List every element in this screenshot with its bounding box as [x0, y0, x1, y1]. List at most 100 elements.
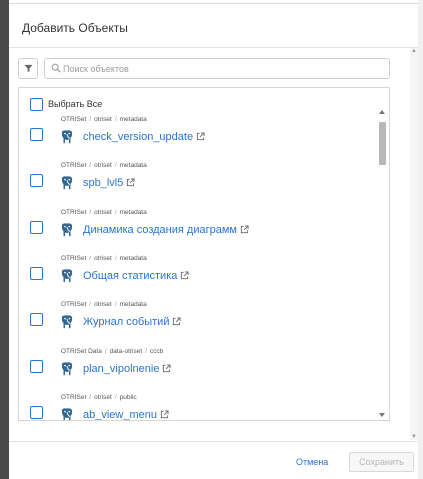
item-name-text: check_version_update: [83, 131, 194, 143]
item-name-link[interactable]: plan_vipolnenie: [83, 363, 172, 375]
path-segment: OTRISet: [61, 162, 87, 169]
item-path: OTRISet / otriset / public: [61, 394, 137, 401]
list-item: OTRISet / otriset / metadata Динамика создани…: [19, 209, 374, 255]
select-all-label: Выбрать Все: [48, 99, 103, 109]
external-link-icon[interactable]: [240, 225, 249, 234]
path-separator: /: [145, 348, 147, 355]
item-path: OTRISet / otriset / metadata: [61, 209, 147, 216]
path-segment: metadata: [119, 255, 147, 262]
path-segment: cccb: [149, 348, 164, 355]
dialog-footer: Отмена Сохранить: [9, 441, 418, 478]
item-path: OTRISet / otriset / metadata: [61, 301, 147, 308]
path-segment: OTRISet: [61, 394, 87, 401]
path-segment: public: [119, 394, 137, 401]
list-scroll-thumb[interactable]: [379, 122, 386, 165]
add-objects-dialog: Добавить Объекты ▲ ▼ Выбрать Все OTRISet…: [9, 3, 418, 477]
path-segment: otriset: [94, 255, 112, 262]
postgresql-elephant-icon: [61, 130, 73, 144]
item-name-link[interactable]: Общая статистика: [83, 270, 189, 282]
path-segment: metadata: [119, 162, 147, 169]
external-link-icon[interactable]: [172, 317, 182, 326]
item-name-link[interactable]: spb_lvl5: [83, 177, 135, 189]
external-link-icon[interactable]: [196, 132, 205, 141]
external-link-icon[interactable]: [180, 271, 189, 280]
postgresql-elephant-icon: [61, 176, 73, 190]
path-segment: OTRISet: [61, 116, 87, 123]
search-input[interactable]: [63, 61, 383, 76]
scroll-down-icon[interactable]: ▼: [411, 434, 417, 440]
item-name-link[interactable]: Динамика создания диаграмм: [83, 224, 249, 236]
save-button[interactable]: Сохранить: [349, 452, 414, 472]
path-segment: metadata: [119, 209, 147, 216]
objects-list: Выбрать Все OTRISet / otriset / metadata chec…: [18, 87, 390, 421]
path-segment: otriset: [94, 209, 112, 216]
path-separator: /: [89, 162, 92, 169]
item-name-link[interactable]: ab_view_menu: [83, 409, 169, 421]
filter-icon: [23, 64, 33, 73]
path-separator: /: [114, 394, 117, 401]
item-path: OTRISet Data / data-otriset / cccb: [61, 348, 163, 355]
item-checkbox[interactable]: [30, 221, 43, 234]
select-all-row[interactable]: Выбрать Все: [30, 97, 102, 111]
path-separator: /: [89, 301, 92, 308]
item-name-link[interactable]: Журнал событий: [83, 316, 182, 328]
item-path: OTRISet / otriset / metadata: [61, 116, 147, 123]
item-checkbox[interactable]: [30, 313, 43, 326]
path-segment: otriset: [94, 116, 112, 123]
list-item: OTRISet / otriset / metadata spb_lvl5: [19, 162, 374, 208]
path-separator: /: [89, 209, 92, 216]
path-segment: OTRISet: [61, 209, 87, 216]
item-checkbox[interactable]: [30, 128, 43, 141]
list-item: OTRISet / otriset / metadata Журнал событий: [19, 301, 374, 347]
path-separator: /: [89, 255, 92, 262]
list-scroll-down-icon[interactable]: [379, 413, 385, 417]
postgresql-elephant-icon: [61, 362, 73, 376]
path-separator: /: [104, 348, 107, 355]
path-separator: /: [114, 255, 117, 262]
list-scrollbar[interactable]: [376, 108, 389, 420]
item-name-text: ab_view_menu: [83, 409, 157, 421]
select-all-checkbox[interactable]: [30, 97, 43, 111]
path-separator: /: [114, 209, 117, 216]
item-name-text: spb_lvl5: [83, 177, 124, 189]
search-icon: [51, 63, 61, 73]
path-segment: otriset: [94, 301, 112, 308]
item-path: OTRISet / otriset / metadata: [61, 255, 147, 262]
cancel-button[interactable]: Отмена: [296, 457, 328, 467]
item-checkbox[interactable]: [30, 406, 43, 419]
path-segment: metadata: [119, 116, 147, 123]
item-checkbox[interactable]: [30, 360, 43, 373]
path-separator: /: [89, 116, 92, 123]
postgresql-elephant-icon: [61, 223, 73, 237]
scroll-up-icon[interactable]: ▲: [411, 48, 417, 54]
item-name-link[interactable]: check_version_update: [83, 131, 205, 143]
dialog-header: Добавить Объекты: [9, 4, 418, 48]
filter-button[interactable]: [18, 58, 38, 79]
postgresql-elephant-icon: [61, 408, 73, 420]
dialog-scrollbar[interactable]: ▲ ▼: [410, 48, 418, 440]
list-item: OTRISet / otriset / public ab_view_menu: [19, 394, 374, 421]
path-segment: otriset: [94, 162, 112, 169]
external-link-icon[interactable]: [160, 410, 169, 419]
path-segment: otriset: [94, 394, 112, 401]
item-name-text: Динамика создания диаграмм: [83, 224, 237, 236]
page-backdrop-left: [0, 0, 9, 479]
list-item: OTRISet Data / data-otriset / cccb plan_vipol…: [19, 348, 374, 394]
list-item: OTRISet / otriset / metadata Общая статистика: [19, 255, 374, 301]
item-path: OTRISet / otriset / metadata: [61, 162, 147, 169]
path-separator: /: [114, 116, 117, 123]
page-backdrop-right: [418, 0, 423, 479]
list-scroll-up-icon[interactable]: [379, 110, 385, 114]
item-name-text: Общая статистика: [83, 270, 178, 282]
path-separator: /: [89, 394, 92, 401]
item-name-text: Журнал событий: [83, 316, 170, 328]
path-segment: data-otriset: [109, 348, 143, 355]
list-item: OTRISet / otriset / metadata check_version_up…: [19, 116, 374, 162]
path-segment: metadata: [119, 301, 147, 308]
item-checkbox[interactable]: [30, 174, 43, 187]
path-segment: OTRISet Data: [61, 348, 102, 355]
external-link-icon[interactable]: [162, 364, 172, 373]
path-segment: OTRISet: [61, 255, 87, 262]
item-checkbox[interactable]: [30, 267, 43, 280]
external-link-icon[interactable]: [126, 178, 135, 187]
